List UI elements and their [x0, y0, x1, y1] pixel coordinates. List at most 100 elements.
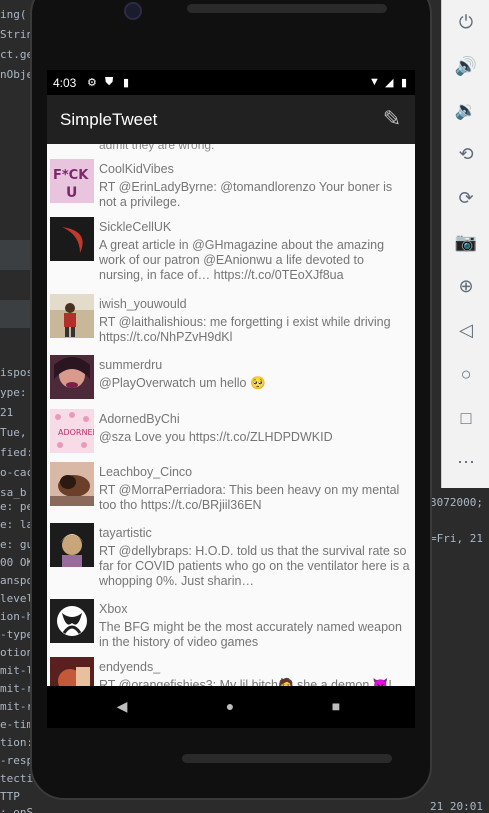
partial-tweet-text: admit they are wrong. — [99, 144, 215, 152]
tweet-item[interactable]: ADORNED AdornedByChi @sza Love you https:/… — [47, 405, 415, 458]
rotate-right-icon[interactable]: ⟳ — [454, 186, 478, 210]
ide-code-line: e: gu — [0, 538, 34, 551]
bottom-speaker — [182, 754, 392, 763]
tweet-username: SickleCellUK — [99, 220, 172, 234]
zoom-icon[interactable]: ⊕ — [454, 274, 478, 298]
ide-code-line: tion: — [0, 736, 34, 749]
tweet-username: iwish_youwould — [99, 297, 187, 311]
tweet-item[interactable]: tayartistic RT @dellybraps: H.O.D. told u… — [47, 519, 415, 595]
phone-screen: 4:03 ⚙ ⛊ ▮ ▼ ◢ ▮ SimpleTweet ✎ admit the… — [47, 70, 415, 686]
app-bar: SimpleTweet ✎ — [47, 95, 415, 144]
ide-code-line: : onS — [0, 806, 34, 813]
tweet-item[interactable]: iwish_youwould RT @laithalishious: me for… — [47, 290, 415, 351]
tweet-item[interactable]: Leachboy_Cinco RT @MorraPerriadora: This … — [47, 458, 415, 519]
svg-text:ADORNED: ADORNED — [58, 428, 94, 437]
rotate-left-icon[interactable]: ⟲ — [454, 142, 478, 166]
ide-log-line: 3072000; — [430, 496, 483, 509]
tweet-username: endyends_ — [99, 660, 161, 674]
ide-code-line: mit-r — [0, 682, 34, 695]
ide-code-line: -resp — [0, 754, 34, 767]
ide-code-line: ype: — [0, 386, 27, 399]
user-avatar[interactable] — [50, 657, 94, 686]
tweet-item[interactable]: F*CK U CoolKidVibes RT @ErinLadyByrne: @tom… — [47, 155, 415, 213]
nav-home-icon[interactable]: ● — [220, 698, 240, 714]
ide-code-line: level — [0, 592, 34, 605]
ide-log-line: =Fri, 21 — [430, 532, 483, 545]
tweet-body: @sza Love you https://t.co/ZLHDPDWKID — [99, 430, 333, 444]
ide-code-line: tecti — [0, 772, 34, 785]
ide-code-line: TTP — [0, 790, 20, 803]
tweet-username: CoolKidVibes — [99, 162, 174, 176]
ide-code-line: 21 — [0, 406, 14, 419]
tweet-username: tayartistic — [99, 526, 152, 540]
emulator-side-panel: ⏻ 🔊 🔉 ⟲ ⟳ 📷 ⊕ ◁ ○ □ ⋯ — [441, 0, 489, 488]
status-time: 4:03 — [53, 76, 77, 90]
ide-code-line: e: la — [0, 518, 34, 531]
nav-back-icon[interactable]: ◀ — [112, 698, 132, 715]
pencil-icon[interactable]: ✎ — [379, 106, 405, 132]
user-avatar[interactable] — [50, 462, 94, 506]
tweet-body: The BFG might be the most accurately nam… — [99, 620, 402, 649]
tweet-username: Leachboy_Cinco — [99, 465, 193, 479]
ide-code-line: ispos — [0, 366, 34, 379]
camera-icon[interactable]: 📷 — [454, 230, 478, 254]
svg-text:U: U — [66, 185, 77, 201]
ide-code-line: otion — [0, 646, 34, 659]
tweet-username: AdornedByChi — [99, 412, 180, 426]
user-avatar[interactable] — [50, 294, 94, 338]
user-avatar[interactable] — [50, 355, 94, 399]
ide-code-line: mit-l — [0, 664, 34, 677]
front-camera — [124, 2, 142, 20]
ide-code-line: ct.ge — [0, 48, 34, 61]
ide-code-line: anspo — [0, 574, 34, 587]
ide-code-line: mit-r — [0, 700, 34, 713]
ide-code-line: e-tim — [0, 718, 34, 731]
ide-code-line: o-cac — [0, 466, 34, 479]
battery-icon: ▮ — [401, 77, 408, 89]
tweet-body: RT @orangefishies3: My lil bitch🧑 she a … — [99, 678, 392, 686]
user-avatar[interactable]: F*CK U — [50, 159, 94, 203]
home-icon[interactable]: ○ — [454, 362, 478, 386]
tweet-body: RT @dellybraps: H.O.D. told us that the … — [99, 544, 410, 588]
more-icon[interactable]: ⋯ — [454, 450, 478, 474]
tweet-item[interactable]: endyends_ RT @orangefishies3: My lil bitc… — [47, 653, 415, 686]
tweet-body: RT @ErinLadyByrne: @tomandlorenzo Your b… — [99, 180, 393, 209]
user-avatar[interactable] — [50, 523, 94, 567]
svg-text:F*CK: F*CK — [53, 168, 89, 183]
tweet-username: Xbox — [99, 602, 128, 616]
user-avatar[interactable] — [50, 599, 94, 643]
ide-code-line: 00 OK — [0, 556, 34, 569]
ide-code-line: e: pe — [0, 500, 34, 513]
ide-log-line: 21 20:01 — [430, 800, 483, 813]
power-icon[interactable]: ⏻ — [454, 10, 478, 34]
user-avatar[interactable]: ADORNED — [50, 409, 94, 453]
ide-code-line: Tue, — [0, 426, 27, 439]
ide-code-line: nObje — [0, 68, 34, 81]
ide-code-line: sa_b — [0, 486, 27, 499]
wifi-icon: ▼ — [369, 76, 380, 88]
volume-up-icon[interactable]: 🔊 — [454, 54, 478, 78]
status-bar: 4:03 ⚙ ⛊ ▮ ▼ ◢ ▮ — [47, 70, 415, 95]
ide-log-background: 3072000; =Fri, 21 21 20:01 — [430, 490, 489, 813]
ide-code-line: ion-h — [0, 610, 34, 623]
tweet-item[interactable]: SickleCellUK A great article in @GHmagazi… — [47, 213, 415, 290]
top-speaker — [187, 4, 387, 13]
volume-down-icon[interactable]: 🔉 — [454, 98, 478, 122]
tweet-timeline[interactable]: admit they are wrong. F*CK U CoolKidVibes R… — [47, 144, 415, 686]
tweet-item[interactable]: summerdru @PlayOverwatch um hello 🥺 — [47, 351, 415, 405]
tweet-item[interactable]: Xbox The BFG might be the most accurately… — [47, 595, 415, 653]
navigation-bar: ◀ ● ■ — [47, 686, 415, 728]
nav-overview-icon[interactable]: ■ — [326, 698, 346, 714]
shield-icon: ⛊ — [105, 76, 114, 88]
tweet-body: RT @laithalishious: me forgetting i exis… — [99, 315, 391, 344]
tweet-body: RT @MorraPerriadora: This been heavy on … — [99, 483, 400, 512]
tweet-username: summerdru — [99, 358, 163, 372]
back-icon[interactable]: ◁ — [454, 318, 478, 342]
sd-card-icon: ▮ — [123, 77, 130, 89]
tweet-body: A great article in @GHmagazine about the… — [99, 238, 385, 282]
user-avatar[interactable] — [50, 217, 94, 261]
ide-code-line: -type — [0, 628, 34, 641]
overview-icon[interactable]: □ — [454, 406, 478, 430]
settings-gear-icon: ⚙ — [87, 77, 97, 89]
tweet-body: @PlayOverwatch um hello 🥺 — [99, 376, 266, 390]
